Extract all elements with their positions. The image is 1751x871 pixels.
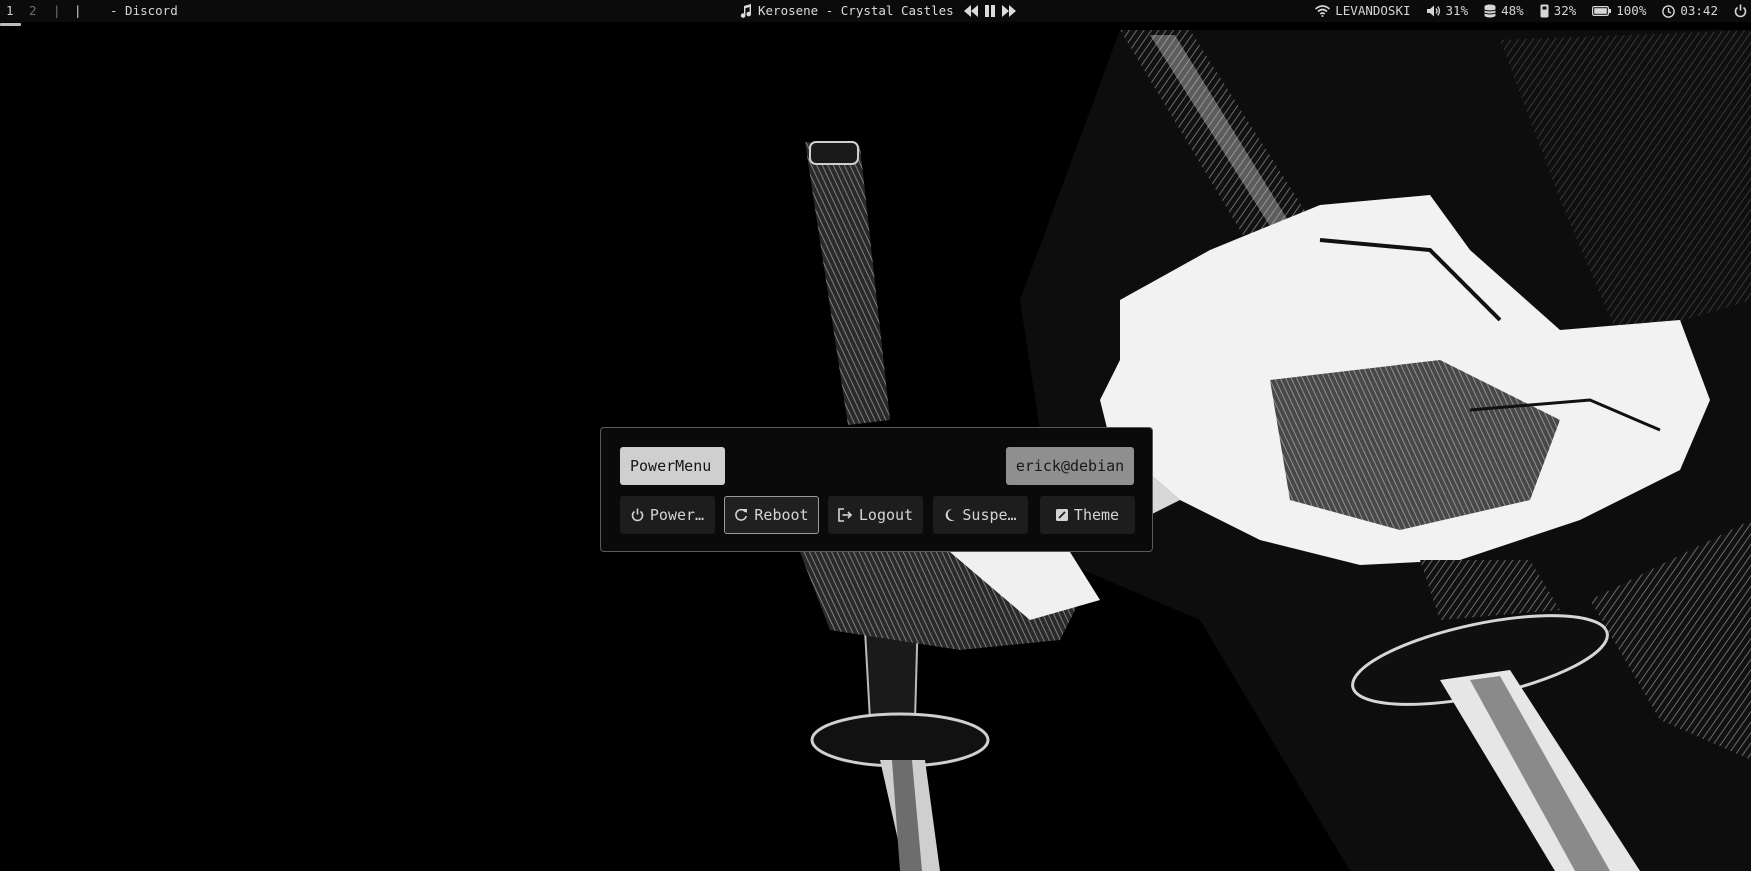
reboot-icon	[734, 508, 748, 522]
status-area: LEVANDOSKI 31% 48% 32% 100% 03:42	[1315, 0, 1751, 22]
window-title: - Discord	[110, 3, 178, 18]
memory-status: 32%	[1540, 0, 1577, 22]
theme-icon	[1055, 509, 1068, 521]
top-bar: 1 2 | | - Discord Kerosene - Crystal Cas…	[0, 0, 1751, 26]
power-icon	[1734, 4, 1747, 18]
workspace-1[interactable]: 1	[6, 0, 14, 22]
workspace-2[interactable]: 2	[29, 0, 37, 22]
media-player: Kerosene - Crystal Castles	[740, 0, 1016, 22]
volume-icon	[1426, 5, 1441, 17]
desktop: 1 2 | | - Discord Kerosene - Crystal Cas…	[0, 0, 1751, 871]
reboot-label: Reboot	[754, 506, 809, 524]
workspace-indicator: |	[74, 3, 82, 18]
theme-button[interactable]: Theme	[1040, 496, 1135, 534]
memory-icon	[1540, 4, 1549, 18]
volume-status[interactable]: 31%	[1426, 0, 1469, 22]
clock-icon	[1662, 4, 1676, 18]
logout-icon	[838, 508, 853, 522]
next-icon[interactable]	[1001, 5, 1016, 17]
pause-icon[interactable]	[984, 5, 996, 17]
previous-icon[interactable]	[963, 5, 978, 17]
user-host-label: erick@debian	[1006, 447, 1134, 485]
media-track-title: Kerosene - Crystal Castles	[758, 3, 954, 18]
suspend-button[interactable]: Suspe…	[933, 496, 1028, 534]
wifi-network-name: LEVANDOSKI	[1335, 3, 1411, 18]
poweroff-label: Power…	[649, 506, 705, 524]
power-menu: PowerMenu erick@debian Power… Reboot Log…	[600, 427, 1153, 552]
reboot-button[interactable]: Reboot	[724, 496, 819, 534]
power-icon	[631, 508, 644, 522]
volume-value: 31%	[1445, 3, 1469, 18]
clock-time: 03:42	[1680, 3, 1718, 18]
disk-status: 48%	[1484, 0, 1524, 22]
clock-status[interactable]: 03:42	[1662, 0, 1718, 22]
workspace-separator: |	[53, 3, 61, 18]
logout-label: Logout	[858, 506, 914, 524]
active-workspace-underline	[0, 23, 21, 26]
moon-icon	[944, 508, 956, 522]
battery-value: 100%	[1616, 3, 1647, 18]
battery-status: 100%	[1592, 0, 1646, 22]
power-menu-title: PowerMenu	[620, 447, 725, 485]
memory-value: 32%	[1553, 3, 1577, 18]
wifi-icon	[1315, 5, 1331, 17]
power-status-button[interactable]	[1734, 4, 1747, 18]
battery-icon	[1592, 6, 1612, 16]
disk-icon	[1484, 4, 1496, 18]
disk-value: 48%	[1501, 3, 1524, 18]
poweroff-button[interactable]: Power…	[620, 496, 715, 534]
logout-button[interactable]: Logout	[828, 496, 923, 534]
theme-label: Theme	[1073, 506, 1120, 524]
music-note-icon	[740, 4, 752, 18]
wifi-status[interactable]: LEVANDOSKI	[1315, 0, 1411, 22]
suspend-label: Suspe…	[962, 506, 1017, 524]
